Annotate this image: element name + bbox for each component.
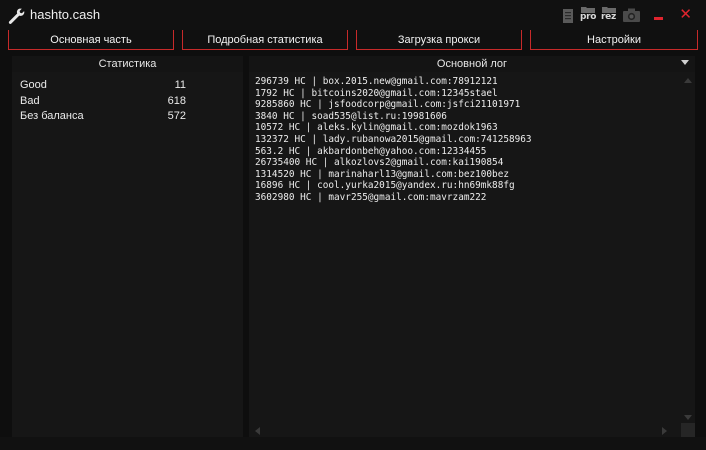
log-line: 296739 HC | box.2015.new@gmail.com:78912… [255,76,498,87]
stat-row-no-balance: Без баланса 572 [20,108,240,124]
scroll-up-arrow-icon[interactable] [684,78,692,83]
log-line: 1314520 HC | marinaharl13@gmail.com:bez1… [255,168,509,180]
stat-row-good: Good 11 [20,77,240,93]
window-title: hashto.cash [30,7,101,22]
log-list[interactable]: 296739 HC | box.2015.new@gmail.com:78912… [249,74,675,414]
tab-detailed-stats[interactable]: Подробная статистика [182,30,348,50]
document-icon[interactable] [562,8,574,24]
log-line: 563.2 HC | akbardonbeh@yahoo.com:1233445… [255,145,487,157]
scroll-left-arrow-icon[interactable] [255,427,260,435]
log-line: 3840 HC | soad535@list.ru:19981606 [255,110,447,122]
close-icon[interactable]: ✕ [679,6,692,22]
log-line: 16896 HC | cool.yurka2015@yandex.ru:hn69… [255,180,515,192]
stat-value: 11 [174,79,186,91]
wrench-icon [8,8,25,24]
log-line: 9285860 HC | jsfoodcorp@gmail.com:jsfci2… [255,99,521,111]
log-line: 3602980 HC | mavr255@gmail.com:mavrzam22… [255,192,487,203]
stat-row-bad: Bad 618 [20,93,240,109]
scroll-corner [681,423,695,437]
stat-label: Bad [20,95,40,107]
log-line: 1792 HC | bitcoins2020@gmail.com:12345st… [255,87,498,99]
tab-proxy-loading[interactable]: Загрузка прокси [356,30,522,50]
minimize-icon[interactable] [654,17,663,20]
horizontal-scrollbar[interactable] [249,425,673,437]
vertical-scrollbar[interactable] [681,72,695,424]
tab-bar: Основная часть Подробная статистика Загр… [0,30,706,50]
stat-label: Без баланса [20,110,84,122]
stat-label: Good [20,79,47,91]
log-line: 26735400 HC | alkozlovs2@gmail.com:kai19… [255,157,504,169]
stats-header: Статистика [12,56,243,72]
log-panel: Основной лог 296739 HC | box.2015.new@gm… [249,56,695,437]
tab-settings[interactable]: Настройки [530,30,698,50]
log-line: 132372 HC | lady.rubanowa2015@gmail.com:… [255,134,532,145]
stat-value: 618 [167,95,186,107]
scroll-right-arrow-icon[interactable] [662,427,667,435]
stats-panel: Статистика Good 11 Bad 618 Без баланса 5… [12,56,243,437]
bottom-bar [0,437,706,450]
log-header: Основной лог [249,56,695,72]
title-bar: hashto.cash pro rez ✕ [0,0,706,30]
stat-value: 572 [167,110,186,122]
log-line: 10572 HC | aleks.kylin@gmail.com:mozdok1… [255,122,498,134]
rez-label: rez [601,12,616,22]
camera-icon[interactable] [622,7,641,23]
tab-main[interactable]: Основная часть [8,30,174,50]
scroll-down-arrow-icon[interactable] [684,415,692,420]
dropdown-arrow-icon[interactable] [681,60,689,65]
pro-label: pro [580,12,597,22]
